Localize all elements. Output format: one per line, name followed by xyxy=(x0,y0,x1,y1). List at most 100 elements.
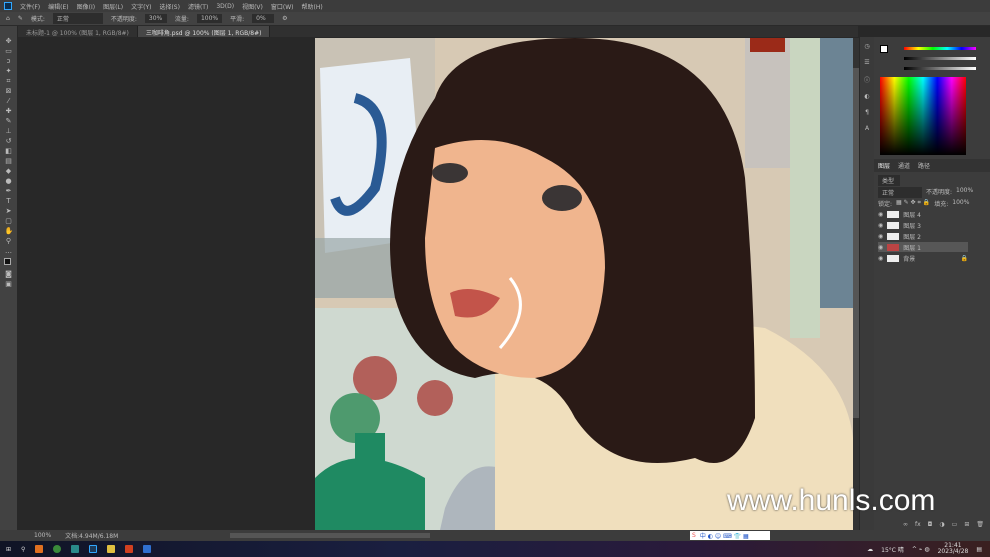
sogou-icon[interactable]: S xyxy=(692,532,696,539)
type-tool-icon[interactable]: T xyxy=(5,198,13,205)
color-swatches-icon[interactable] xyxy=(3,258,14,268)
history-icon[interactable]: ◷ xyxy=(864,43,869,50)
properties-icon[interactable]: ☰ xyxy=(864,59,869,66)
visibility-eye-icon[interactable]: ◉ xyxy=(878,211,883,218)
clock[interactable]: 21:41 2023/4/28 xyxy=(938,543,969,555)
visibility-eye-icon[interactable]: ◉ xyxy=(878,233,883,240)
layer-row[interactable]: ◉ 图层 2 xyxy=(878,231,968,241)
layer-opacity-field[interactable]: 100% xyxy=(956,187,973,198)
character-icon[interactable]: A xyxy=(865,125,869,132)
eraser-icon[interactable]: ◧ xyxy=(5,148,13,155)
hue-slider[interactable] xyxy=(904,47,976,50)
link-icon[interactable]: ∞ xyxy=(903,521,908,528)
menu-file[interactable]: 文件(F) xyxy=(20,2,40,11)
notification-icon[interactable]: ▤ xyxy=(976,546,982,553)
home-icon[interactable]: ⌂ xyxy=(6,15,10,22)
app-icon[interactable] xyxy=(125,545,134,553)
smooth-field[interactable]: 0% xyxy=(252,14,275,23)
photoshop-icon[interactable] xyxy=(89,545,98,553)
tab-untitled[interactable]: 未标题-1 @ 100% (图层 1, RGB/8#) xyxy=(18,26,138,37)
paragraph-icon[interactable]: ¶ xyxy=(865,109,869,116)
brush-icon[interactable]: ✎ xyxy=(18,15,23,22)
path-select-icon[interactable]: ➤ xyxy=(5,208,13,215)
adjustment-icon[interactable]: ◑ xyxy=(939,521,944,528)
zoom-icon[interactable]: ⚲ xyxy=(5,238,13,245)
quick-mask-icon[interactable]: ◙ xyxy=(5,271,13,278)
menu-edit[interactable]: 编辑(E) xyxy=(48,2,68,11)
crop-tool-icon[interactable]: ⌗ xyxy=(5,78,13,85)
adjust-icon[interactable]: ◐ xyxy=(864,93,869,100)
ime-icons[interactable]: 中 ◐ ☺ ⌨ 👕 ▦ xyxy=(700,531,749,540)
hand-icon[interactable]: ✋ xyxy=(5,228,14,235)
stamp-tool-icon[interactable]: ⊥ xyxy=(5,128,13,135)
new-layer-icon[interactable]: ⊞ xyxy=(964,521,969,528)
group-icon[interactable]: ▭ xyxy=(952,521,958,528)
info-icon[interactable]: ⓘ xyxy=(864,75,870,84)
brush-tool-icon[interactable]: ✎ xyxy=(5,118,13,125)
menu-type[interactable]: 文字(Y) xyxy=(131,2,151,11)
gradient-icon[interactable]: ▤ xyxy=(5,158,13,165)
layer-kind-filter[interactable]: 类型 xyxy=(878,175,900,186)
folder-icon[interactable] xyxy=(107,545,116,553)
visibility-eye-icon[interactable]: ◉ xyxy=(878,255,883,262)
layer-row[interactable]: ◉ 图层 4 xyxy=(878,209,968,219)
ime-toolbar[interactable]: S 中 ◐ ☺ ⌨ 👕 ▦ xyxy=(690,531,770,540)
zoom-level[interactable]: 100% xyxy=(34,532,51,539)
menu-image[interactable]: 图像(I) xyxy=(77,2,95,11)
blur-icon[interactable]: ◆ xyxy=(5,168,13,175)
weather-text[interactable]: 15°C 晴 xyxy=(881,545,904,554)
menu-filter[interactable]: 滤镜(T) xyxy=(188,2,208,11)
eyedropper-icon[interactable]: ⁄ xyxy=(5,98,13,105)
lock-icons[interactable]: ▦ ✎ ✥ ⌗ 🔒 xyxy=(896,199,930,208)
color-spectrum[interactable] xyxy=(880,77,966,155)
menu-layer[interactable]: 图层(L) xyxy=(103,2,123,11)
illustration-canvas[interactable] xyxy=(315,38,853,530)
pen-icon[interactable]: ✒ xyxy=(5,188,13,195)
settings-gear-icon[interactable]: ⚙ xyxy=(282,15,287,22)
flow-field[interactable]: 100% xyxy=(196,14,223,23)
delete-icon[interactable]: 🗑 xyxy=(976,521,984,528)
menu-view[interactable]: 视图(V) xyxy=(242,2,263,11)
fx-icon[interactable]: fx xyxy=(915,521,921,528)
tab-channels[interactable]: 通道 xyxy=(898,161,910,170)
saturation-slider[interactable] xyxy=(904,57,976,60)
vertical-scrollbar[interactable] xyxy=(853,38,859,530)
menu-3d[interactable]: 3D(D) xyxy=(216,3,234,10)
frame-tool-icon[interactable]: ⊠ xyxy=(5,88,13,95)
foreground-color-icon[interactable] xyxy=(880,45,888,53)
visibility-eye-icon[interactable]: ◉ xyxy=(878,244,883,251)
healing-icon[interactable]: ✚ xyxy=(5,108,13,115)
search-icon[interactable]: ⚲ xyxy=(21,546,25,553)
fill-field[interactable]: 100% xyxy=(952,199,969,208)
menu-select[interactable]: 选择(S) xyxy=(159,2,180,11)
layer-row[interactable]: ◉ 图层 3 xyxy=(878,220,968,230)
app-icon[interactable] xyxy=(143,545,152,553)
tab-paths[interactable]: 路径 xyxy=(918,161,930,170)
layer-row[interactable]: ◉ 背景 🔒 xyxy=(878,253,968,263)
layer-row-selected[interactable]: ◉ 图层 1 xyxy=(878,242,968,252)
tray-icons[interactable]: ^ ⌁ ◍ xyxy=(912,546,930,553)
app-icon[interactable] xyxy=(71,545,80,553)
chrome-icon[interactable] xyxy=(53,545,62,553)
app-icon[interactable] xyxy=(35,545,44,553)
horizontal-scrollbar[interactable] xyxy=(230,533,430,538)
shape-icon[interactable]: ▢ xyxy=(5,218,13,225)
menu-help[interactable]: 帮助(H) xyxy=(302,2,323,11)
opacity-field[interactable]: 30% xyxy=(144,14,167,23)
brightness-slider[interactable] xyxy=(904,67,976,70)
magic-wand-icon[interactable]: ✦ xyxy=(5,68,13,75)
mode-select[interactable]: 正常 xyxy=(52,13,103,24)
marquee-tool-icon[interactable]: ▭ xyxy=(5,48,13,55)
tab-layers[interactable]: 图层 xyxy=(878,161,890,170)
move-tool-icon[interactable]: ✥ xyxy=(5,38,13,45)
start-icon[interactable]: ⊞ xyxy=(6,546,11,553)
screen-mode-icon[interactable]: ▣ xyxy=(5,281,13,288)
more-icon[interactable]: … xyxy=(5,248,13,255)
history-brush-icon[interactable]: ↺ xyxy=(5,138,13,145)
visibility-eye-icon[interactable]: ◉ xyxy=(878,222,883,229)
mask-icon[interactable]: ◘ xyxy=(928,521,933,528)
menu-window[interactable]: 窗口(W) xyxy=(271,2,294,11)
tab-psd[interactable]: 三咖啡角.psd @ 100% (图层 1, RGB/8#) xyxy=(137,26,271,37)
dodge-icon[interactable]: ● xyxy=(5,178,13,185)
blend-mode-select[interactable]: 正常 xyxy=(878,187,922,198)
